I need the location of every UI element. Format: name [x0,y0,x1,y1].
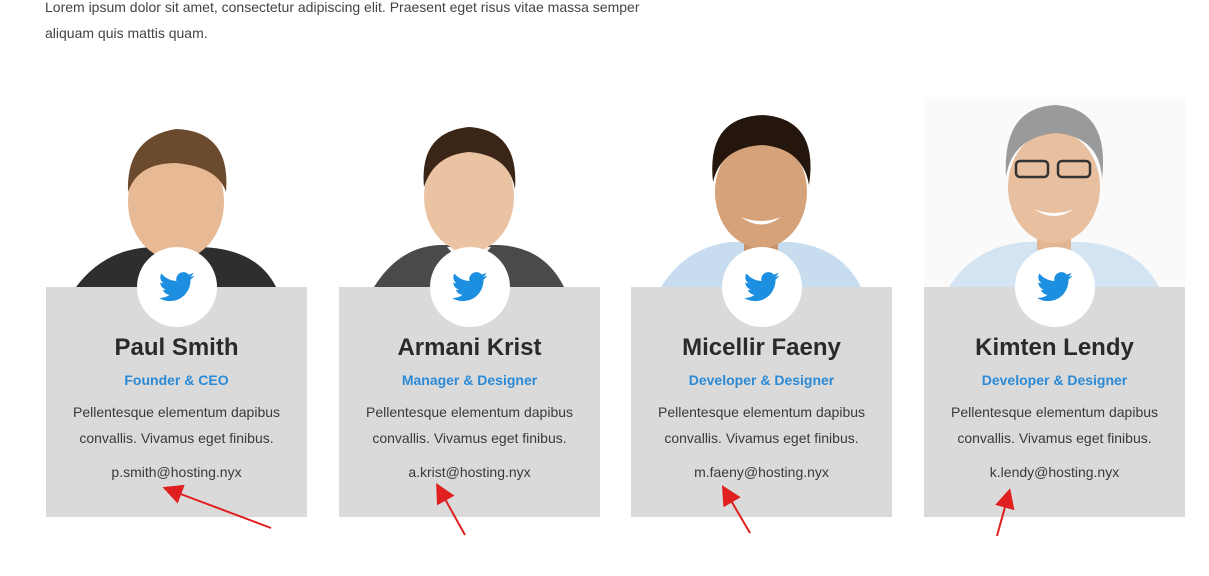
annotation-arrow-2 [436,483,466,536]
annotation-arrow [162,483,1015,537]
annotation-arrow-4 [995,488,1015,537]
annotation-arrow-1 [162,484,272,529]
annotation-arrow-3 [721,485,751,534]
